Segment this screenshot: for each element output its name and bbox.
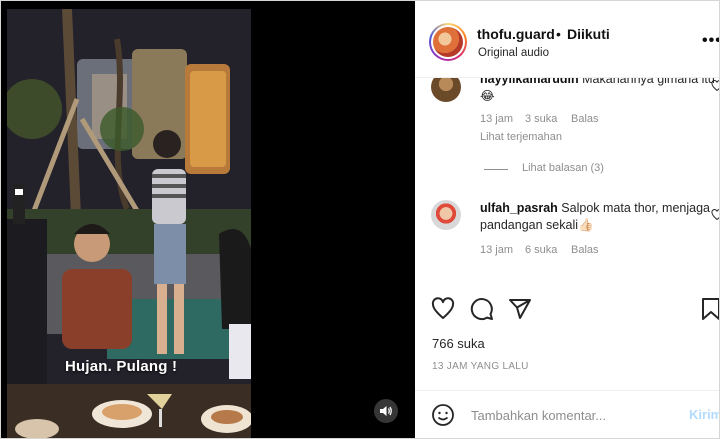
comment-time: 13 jam	[480, 113, 514, 125]
post-details-panel: thofu.guard • Diikuti Original audio •••…	[415, 1, 720, 438]
audio-link[interactable]: Original audio	[478, 47, 549, 59]
replies-divider	[484, 169, 508, 170]
commenter-avatar[interactable]	[431, 200, 461, 230]
comment-icon[interactable]	[470, 297, 494, 321]
author-avatar[interactable]	[429, 23, 467, 61]
media-area: Hujan. Pulang !	[1, 1, 415, 438]
post-header: thofu.guard • Diikuti Original audio •••	[415, 1, 719, 78]
instagram-post-modal: Hujan. Pulang ! thofu.guard • Diikuti Or…	[0, 0, 720, 439]
comment-body: ulfah_pasrah Salpok mata thor, menjaga p…	[480, 200, 719, 234]
comment-reply-button[interactable]: Balas	[571, 113, 599, 125]
likes-count[interactable]: 766 suka	[432, 336, 485, 351]
more-icon[interactable]: •••	[702, 32, 719, 50]
comment-like-icon[interactable]	[711, 80, 720, 92]
author-username[interactable]: thofu.guard	[477, 26, 555, 42]
heart-icon[interactable]	[431, 297, 455, 321]
video-caption-overlay: Hujan. Pulang !	[65, 358, 178, 375]
emoji-icon[interactable]	[431, 403, 455, 427]
comment-likes[interactable]: 3 suka	[525, 113, 557, 125]
comment-input[interactable]: Tambahkan komentar...	[471, 408, 606, 423]
view-replies-button[interactable]: Lihat balasan (3)	[522, 162, 604, 174]
translate-link[interactable]: Lihat terjemahan	[480, 131, 562, 143]
comment-like-icon[interactable]	[711, 209, 720, 221]
comment-username[interactable]: ulfah_pasrah	[480, 201, 558, 215]
bookmark-icon[interactable]	[701, 297, 720, 321]
commenter-avatar[interactable]	[431, 78, 461, 102]
header-separator: •	[556, 26, 561, 42]
follow-status-button[interactable]: Diikuti	[567, 26, 610, 42]
comment-composer: Tambahkan komentar... Kirim	[415, 390, 719, 438]
share-icon[interactable]	[508, 297, 532, 321]
comments-list: hayyiikamarudin Makanannya gimana itu😂 1…	[415, 78, 720, 286]
speaker-icon	[380, 406, 392, 416]
comment-body: hayyiikamarudin Makanannya gimana itu😂	[480, 78, 719, 105]
comment-likes[interactable]: 6 suka	[525, 244, 557, 256]
post-timestamp: 13 JAM YANG LALU	[432, 361, 529, 372]
comment-reply-button[interactable]: Balas	[571, 244, 599, 256]
comment-username[interactable]: hayyiikamarudin	[480, 78, 579, 86]
comment-time: 13 jam	[480, 244, 514, 256]
audio-toggle-button[interactable]	[374, 399, 398, 423]
send-comment-button[interactable]: Kirim	[689, 407, 719, 422]
